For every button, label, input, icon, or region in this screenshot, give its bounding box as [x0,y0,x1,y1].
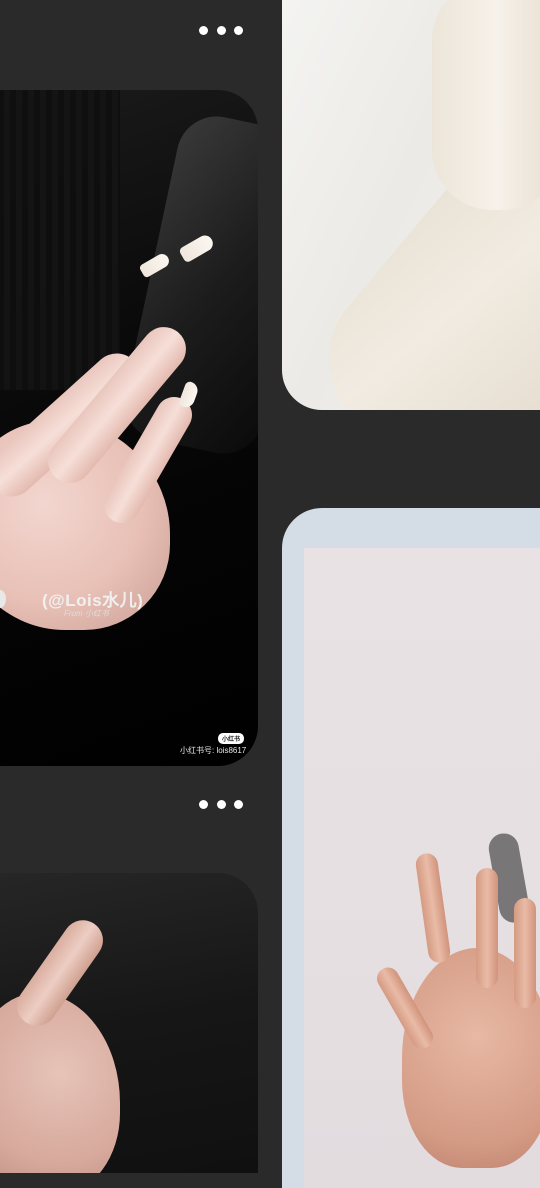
finger [476,868,498,988]
hand [0,993,120,1173]
more-dot [234,799,243,809]
image-watermark-from: From 小红书 [64,609,109,618]
more-dot [234,25,243,35]
more-options-button-1[interactable] [199,18,243,42]
more-options-button-2[interactable] [199,792,243,816]
feed-card-image-3[interactable] [282,0,540,410]
feed-card-image-2[interactable] [0,873,258,1173]
platform-id: 小红书号: lois8617 [180,746,247,755]
feed-card-image-4[interactable] [282,508,540,1188]
finger [514,898,536,1008]
feed-card-image-1[interactable] [0,90,258,766]
hand [432,0,540,210]
platform-tag: 小红书 [218,733,245,744]
more-dot [216,25,226,35]
fabric-texture [0,90,120,390]
more-dots-icon [199,799,208,809]
more-dot [216,799,226,809]
more-dots-icon [199,25,208,35]
